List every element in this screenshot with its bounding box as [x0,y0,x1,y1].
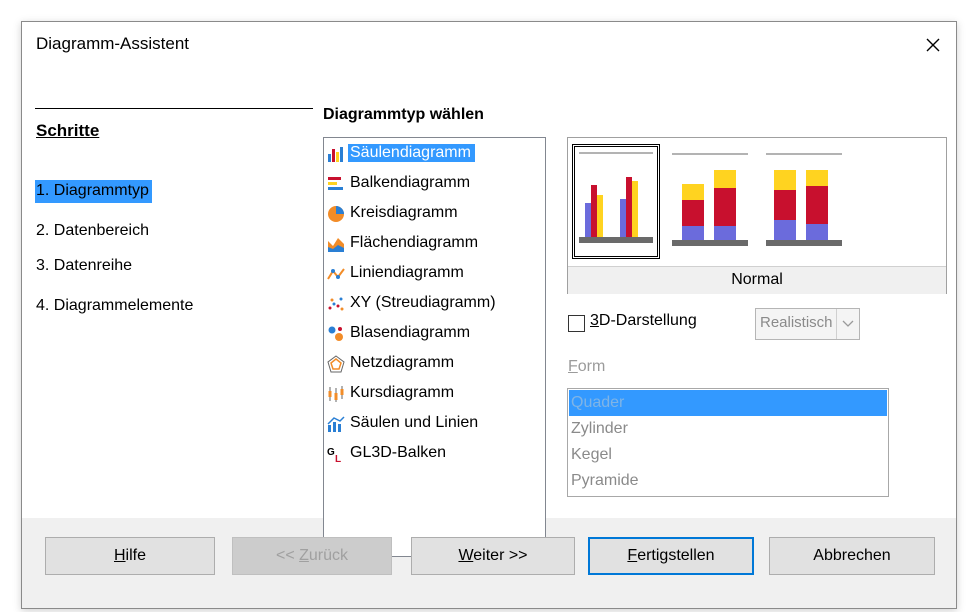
chart-type-label: Säulen und Linien [350,414,479,431]
help-button[interactable]: Hilfe [45,537,215,575]
area-chart-icon [327,235,345,253]
chart-type-label: Balkendiagramm [350,174,471,191]
3d-checkbox[interactable] [568,315,585,332]
chart-type-pie[interactable]: Kreisdiagramm [326,200,544,228]
chart-type-label: Liniendiagramm [350,264,464,281]
bubble-chart-icon [327,325,345,343]
bar-chart-icon [327,175,345,193]
title-bar: Diagramm-Assistent [22,22,956,68]
3d-scheme-value: Realistisch [760,314,833,331]
net-chart-icon [327,355,345,373]
chart-type-area[interactable]: Flächendiagramm [326,230,544,258]
form-item-cone[interactable]: Kegel [569,442,887,468]
chart-type-label: Säulendiagramm [348,144,475,162]
wizard-content: Schritte 1. Diagrammtyp 2. Datenbereich … [22,68,956,557]
3d-scheme-dropdown[interactable]: Realistisch [755,308,860,340]
next-button[interactable]: Weiter >> [411,537,575,575]
chart-type-label: Blasendiagramm [350,324,471,341]
percent-stacked-variant[interactable] [762,144,850,259]
column-line-chart-icon [327,415,345,433]
dialog-title: Diagramm-Assistent [36,34,190,53]
chart-type-heading: Diagrammtyp wählen [323,106,484,123]
chart-type-net[interactable]: Netzdiagramm [326,350,544,378]
step-chart-elements[interactable]: 4. Diagrammelemente [35,295,196,318]
finish-button[interactable]: Fertigstellen [588,537,754,575]
chart-type-label: Flächendiagramm [350,234,479,251]
gl3d-bar-icon: GL [327,445,345,465]
pie-chart-icon [327,205,345,223]
stock-chart-icon [327,385,345,403]
back-button[interactable]: << Zurück [232,537,392,575]
chart-type-label: GL3D-Balken [350,444,447,461]
chart-type-bar[interactable]: Balkendiagramm [326,170,544,198]
close-icon[interactable] [918,30,948,60]
steps-heading: Schritte [36,121,100,140]
cancel-button[interactable]: Abbrechen [769,537,935,575]
chart-wizard-dialog: Diagramm-Assistent Schritte 1. Diagrammt… [21,21,957,609]
chart-type-label: Kursdiagramm [350,384,455,401]
form-item-cuboid[interactable]: Quader [569,390,887,416]
chart-type-line[interactable]: Liniendiagramm [326,260,544,288]
chart-type-column[interactable]: Säulendiagramm [326,140,544,168]
chart-type-xy[interactable]: XY (Streudiagramm) [326,290,544,318]
chart-type-bubble[interactable]: Blasendiagramm [326,320,544,348]
chart-type-label: XY (Streudiagramm) [350,294,496,311]
step-chart-type[interactable]: 1. Diagrammtyp [35,180,152,203]
3d-label[interactable]: 3D-Darstellung [590,312,697,330]
chevron-down-icon[interactable] [836,309,859,339]
step-data-series[interactable]: 3. Datenreihe [35,255,135,278]
svg-text:L: L [335,454,341,463]
chart-type-label: Netzdiagramm [350,354,455,371]
stacked-variant[interactable] [668,144,756,259]
chart-type-list[interactable]: Säulendiagramm Balkendiagramm Kreisdiagr… [323,137,546,557]
normal-variant[interactable] [572,144,660,259]
chart-type-stock[interactable]: Kursdiagramm [326,380,544,408]
form-label: Form [568,358,606,375]
form-item-cylinder[interactable]: Zylinder [569,416,887,442]
chart-type-column-line[interactable]: Säulen und Linien [326,410,544,438]
form-item-pyramid[interactable]: Pyramide [569,468,887,494]
form-list[interactable]: Quader Zylinder Kegel Pyramide [567,388,889,497]
step-data-range[interactable]: 2. Datenbereich [35,220,152,243]
scatter-chart-icon [327,295,345,313]
steps-divider [35,108,313,109]
chart-type-gl3d[interactable]: GL GL3D-Balken [326,440,544,468]
line-chart-icon [327,265,345,283]
column-chart-icon [327,145,345,163]
chart-type-label: Kreisdiagramm [350,204,458,221]
chart-variant-box: Normal [567,137,947,294]
variant-name: Normal [568,266,946,294]
svg-text:G: G [327,447,335,458]
